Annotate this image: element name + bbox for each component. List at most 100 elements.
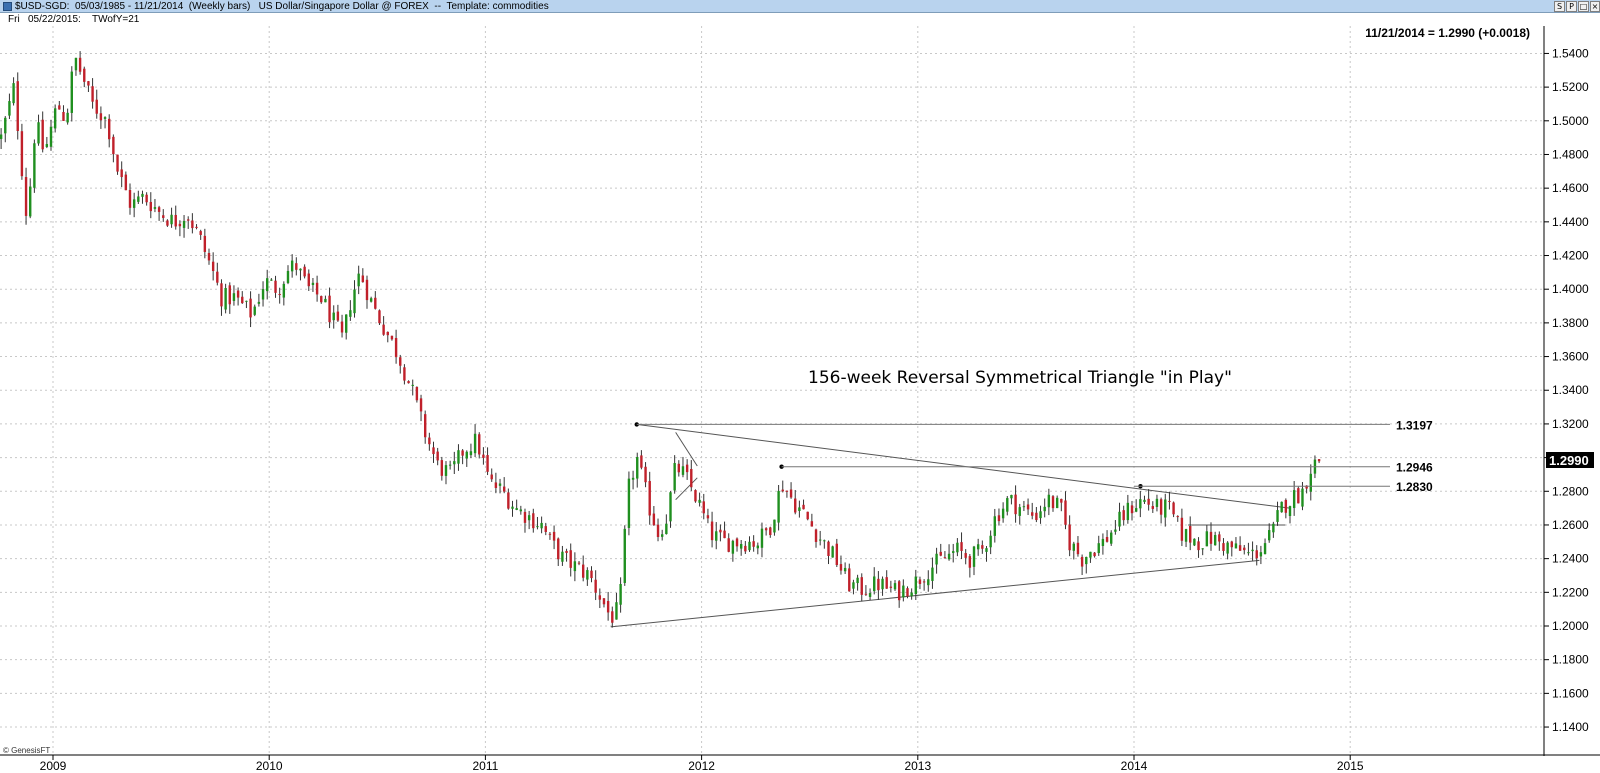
candle-body [207,252,211,261]
candle-body [802,504,805,510]
candle-body [939,551,942,556]
candle-body [394,338,398,358]
candle-body [910,592,913,597]
candle-body [1010,494,1013,499]
candle-body [486,455,489,472]
info-indicator: TWofY=21 [92,14,140,25]
candle-body [1105,536,1109,542]
candle-body [773,519,776,533]
close-button[interactable]: × [1590,1,1600,12]
candle-body [756,545,760,549]
candle-body [444,465,448,476]
candle-body [690,468,693,488]
candle-body [1284,499,1288,513]
candle-body [41,119,44,150]
candle-body [120,169,123,178]
candle-body [1201,548,1204,550]
y-tick-label: 1.4000 [1552,282,1589,296]
candle-body [357,273,360,287]
candle-body [739,544,743,549]
copyright: © GenesisFT [3,746,50,755]
candle-body [245,300,248,302]
candle-body [519,509,523,512]
candle-body [1259,552,1263,557]
p-button[interactable]: P [1566,1,1577,12]
candle-body [162,215,165,218]
candle-body [606,601,610,613]
candle-body [660,534,664,537]
candle-body [698,499,701,503]
candle-body [382,324,385,335]
candle-body [1189,526,1192,543]
candle-body [897,581,901,601]
candle-body [1089,551,1092,558]
candle-body [1230,541,1233,548]
y-tick-label: 1.3600 [1552,350,1589,364]
candle-body [527,515,531,521]
maximize-button[interactable]: □ [1578,1,1589,12]
candle-body [577,562,581,564]
candle-body [993,516,997,536]
candle-body [981,545,984,549]
candle-body [598,595,602,600]
candle-body [1164,499,1167,518]
s-button[interactable]: S [1554,1,1565,12]
info-date: 05/22/2015: [28,14,81,25]
price-chart[interactable]: 1.5400 1.5200 1.5000 1.4800 1.4600 1.4400 1.42… [0,26,1600,773]
candle-body [328,295,331,323]
candle-body [440,460,444,476]
x-tick-label: 2013 [904,759,931,773]
candle-body [1031,512,1034,516]
candle-body [565,550,568,553]
candle-body [1209,531,1213,544]
candle-body [1147,498,1150,505]
last-price-label: 1.2990 [1549,453,1589,468]
x-tick-label: 2015 [1337,759,1364,773]
candle-body [4,117,7,134]
candle-body [814,529,818,542]
candle-body [345,314,348,333]
candle-body [33,143,36,188]
candle-body [166,220,169,226]
candle-body [453,461,456,465]
candle-body [478,434,481,455]
x-tick-label: 2014 [1121,759,1148,773]
candle-body [353,289,356,314]
level-label: 1.2946 [1396,461,1433,475]
candle-body [1143,499,1146,502]
candle-body [157,207,161,212]
candle-body [727,538,730,552]
candle-body [561,551,564,562]
candle-body [764,528,768,531]
candle-body [823,540,826,542]
candle-body [719,529,722,533]
candle-body [203,235,207,252]
candle-body [1159,499,1163,515]
candle-body [220,283,223,307]
candle-body [473,433,477,454]
candle-body [1085,556,1088,565]
candle-body [132,199,136,208]
y-tick-label: 1.3400 [1552,383,1589,397]
candle-body [428,437,431,445]
candle-body [174,214,177,227]
candle-body [960,542,963,551]
candle-body [1292,490,1296,508]
candle-body [274,280,277,293]
candle-body [956,542,959,553]
candle-body [286,270,290,283]
candle-body [99,113,103,121]
candle-body [482,454,485,458]
candle-body [1068,524,1071,551]
candle-body [128,190,132,208]
candle-body [873,576,876,592]
candle-body [116,154,119,172]
candle-body [1276,510,1279,522]
candle-body [278,294,281,296]
candle-body [53,108,57,129]
candle-body [677,463,681,473]
candle-body [997,515,1001,522]
candle-body [839,564,843,571]
candle-body [536,526,539,528]
candle-body [299,268,302,271]
